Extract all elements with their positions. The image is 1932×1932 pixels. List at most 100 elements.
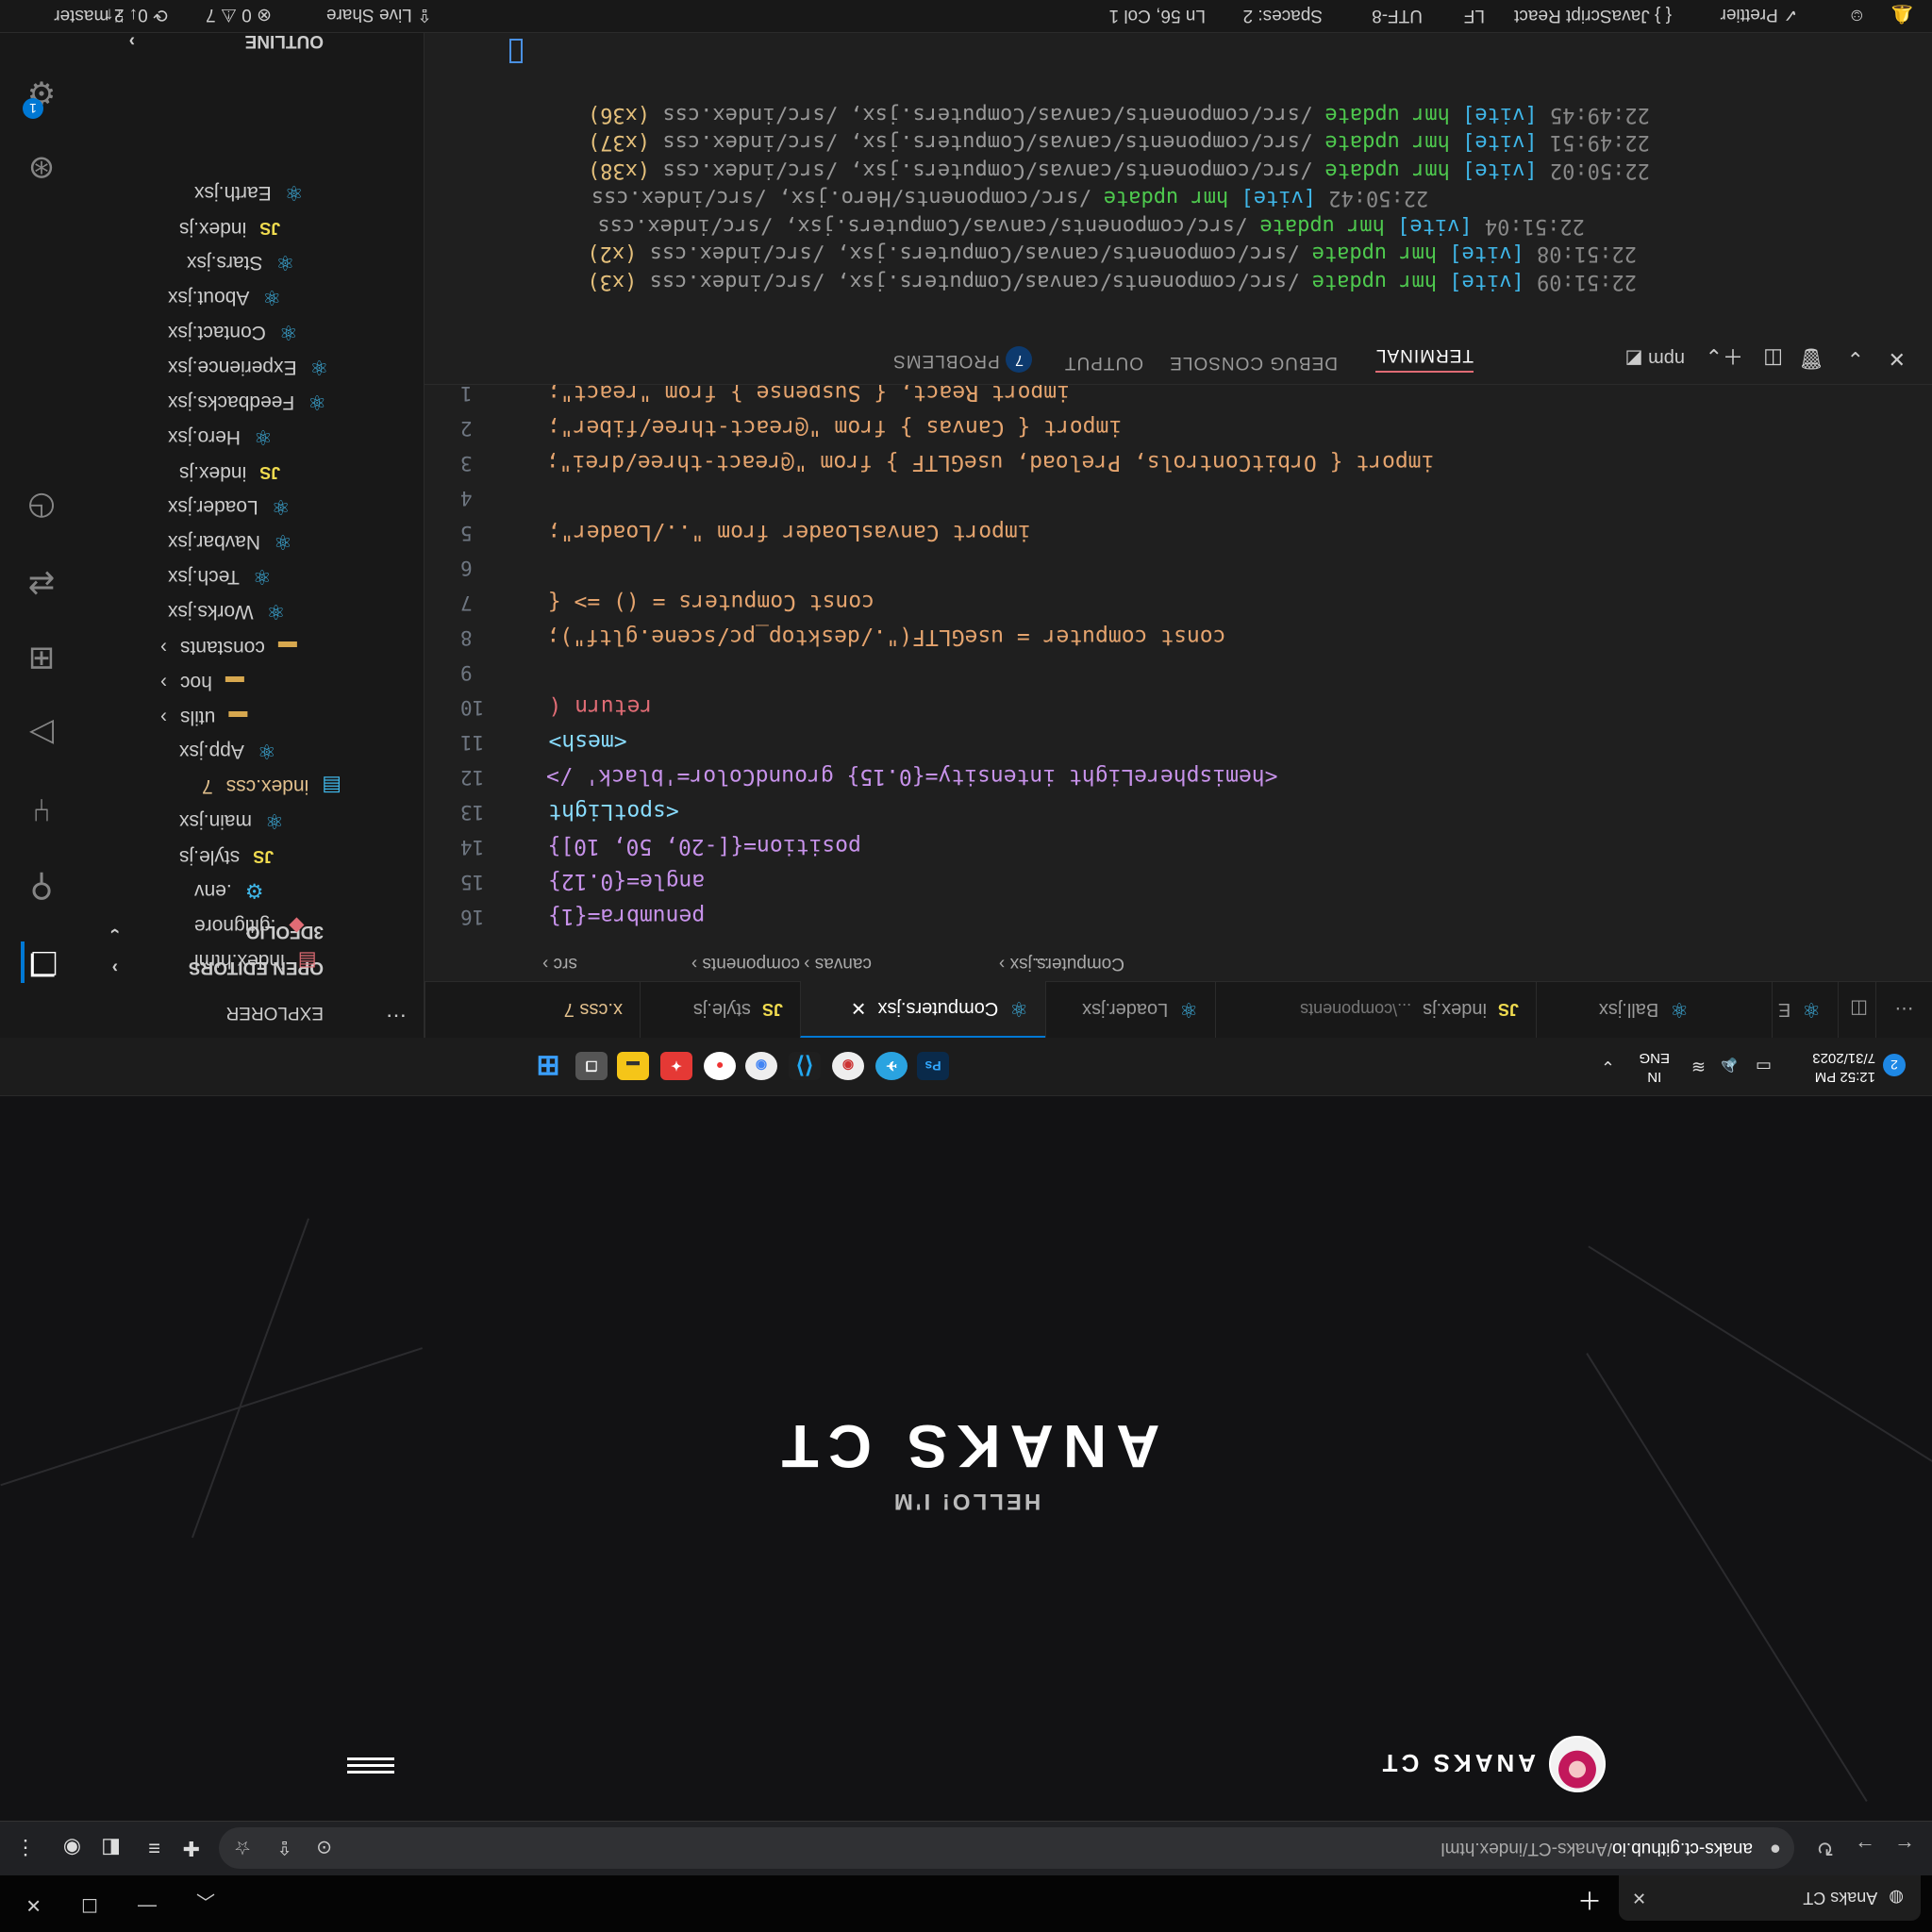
problems-status[interactable]: ⊗ 0 ⚠ 7 <box>206 4 272 25</box>
eol-status[interactable]: LF <box>1464 5 1485 25</box>
tree-item[interactable]: ▤ index.css 7 <box>179 774 341 798</box>
chrome-icon[interactable]: ◉ <box>745 1052 777 1080</box>
volume-icon[interactable]: 🔈 <box>1717 1057 1738 1076</box>
encoding-status[interactable]: UTF-8 <box>1372 5 1423 25</box>
tree-item[interactable]: ⚛ App.jsx <box>179 739 276 763</box>
tree-item[interactable]: ⚛ main.jsx <box>179 808 284 833</box>
tree-item[interactable]: ▬ hoc › <box>160 671 244 693</box>
side-panel-icon[interactable]: ◧ <box>101 1836 121 1860</box>
new-terminal-icon[interactable]: ＋⌄ <box>1706 342 1743 373</box>
breadcrumb-item[interactable]: ... <box>1034 953 1049 974</box>
tree-item[interactable]: ◆ .gitignore <box>194 914 305 938</box>
maximize-icon[interactable]: ☐ <box>81 1893 98 1917</box>
editor-tab[interactable]: ⚛ Loader.jsx <box>1045 981 1215 1038</box>
tab-problems[interactable]: 7 PROBLEMS <box>892 346 1032 373</box>
trash-icon[interactable]: 🗑 <box>1798 346 1824 371</box>
editor-tab[interactable]: JS index.js ...\components <box>1215 981 1536 1038</box>
chevron-down-icon[interactable]: ⌄ <box>1847 346 1864 371</box>
tree-item[interactable]: ▤ index.html <box>194 949 317 973</box>
reload-icon[interactable]: ↻ <box>1817 1836 1834 1860</box>
live-share-button[interactable]: ⇪ Live Share <box>326 4 432 25</box>
source-control-icon[interactable]: ⑂ <box>21 789 62 830</box>
task-view-icon[interactable]: ❐ <box>575 1052 608 1080</box>
tree-item[interactable]: ▬ utils › <box>160 706 247 728</box>
tab-output[interactable]: OUTPUT <box>1064 352 1143 373</box>
explorer-icon[interactable]: ❐ <box>21 941 62 983</box>
tree-item[interactable]: ⚛ Tech.jsx <box>168 564 272 589</box>
forward-icon[interactable]: → <box>1855 1836 1875 1860</box>
browser-menu-icon[interactable]: ⋮ <box>15 1836 36 1860</box>
tab-debug-console[interactable]: DEBUG CONSOLE <box>1169 352 1338 373</box>
tree-item[interactable]: JS index.js <box>179 461 280 484</box>
avatar[interactable] <box>1549 1736 1606 1792</box>
tree-item[interactable]: ▬ constants › <box>160 636 297 658</box>
split-terminal-icon[interactable]: ◫ <box>1763 346 1783 371</box>
search-icon[interactable]: ⚲ <box>21 866 62 908</box>
tree-item[interactable]: ⚛ Hero.jsx <box>168 425 273 449</box>
tree-item[interactable]: ⚛ Loader.jsx <box>168 494 290 519</box>
minimize-icon[interactable]: — <box>138 1895 157 1917</box>
run-debug-icon[interactable]: ▷ <box>21 713 62 755</box>
settings-gear-icon[interactable]: ⚙ 1 <box>21 72 62 119</box>
extensions-icon[interactable]: ✚ <box>183 1836 200 1860</box>
wifi-icon[interactable]: ≋ <box>1691 1057 1706 1076</box>
site-logo-text[interactable]: ANAKS CT <box>1379 1748 1536 1777</box>
editor-tab[interactable]: x.css 7 <box>425 981 640 1038</box>
photoshop-icon[interactable]: Ps <box>917 1052 949 1080</box>
tab-terminal[interactable]: TERMINAL <box>1374 344 1474 373</box>
lens-icon[interactable]: ⊙ <box>316 1836 332 1859</box>
editor-tab[interactable]: JS style.js <box>640 981 800 1038</box>
close-window-icon[interactable]: ✕ <box>25 1893 42 1917</box>
more-actions-icon[interactable]: ⋯ <box>386 1004 407 1028</box>
chrome-icon[interactable]: ◉ <box>832 1052 864 1080</box>
app-icon[interactable]: ● <box>704 1052 736 1080</box>
bookmark-star-icon[interactable]: ☆ <box>234 1836 251 1859</box>
photos-icon[interactable]: ✦ <box>660 1052 692 1080</box>
split-editor-icon[interactable]: ◫ <box>1838 981 1875 1038</box>
editor-tab[interactable]: ⚛ Ball.jsx <box>1536 981 1706 1038</box>
language-mode[interactable]: { } JavaScript React <box>1514 5 1672 25</box>
editor-tab[interactable]: ⚛ E <box>1772 981 1838 1038</box>
site-info-icon[interactable]: ● <box>1770 1838 1781 1859</box>
clock[interactable]: 12:52 PM 7/31/2023 <box>1812 1048 1875 1086</box>
close-tab-icon[interactable]: ✕ <box>851 997 867 1021</box>
file-explorer-icon[interactable]: ▬ <box>617 1052 649 1080</box>
address-bar[interactable]: anaks-ct.github.io/Anaks-CT/index.html <box>219 1827 1794 1869</box>
tree-item[interactable]: ⚛ Navbar.jsx <box>168 529 292 554</box>
battery-icon[interactable]: ▭ <box>1756 1057 1772 1076</box>
breadcrumb-item[interactable]: Computers.jsx › <box>999 953 1124 974</box>
more-actions-icon[interactable]: ⋯ <box>1875 981 1932 1038</box>
remote-icon[interactable]: ⇄ <box>21 562 62 604</box>
reading-list-icon[interactable]: ≡ <box>148 1836 160 1860</box>
breadcrumb-item[interactable]: src › <box>542 953 577 974</box>
notification-icon[interactable]: 2 <box>1883 1054 1906 1076</box>
outline-header[interactable]: › OUTLINE <box>129 30 324 51</box>
close-tab-icon[interactable]: ✕ <box>1632 1888 1646 1907</box>
extensions-icon[interactable]: ⊞ <box>21 638 62 679</box>
tree-item[interactable]: ⚛ About.jsx <box>168 285 281 309</box>
tree-item[interactable]: ⚛ Works.jsx <box>168 599 285 624</box>
branch-status[interactable]: ⑂ master <box>54 5 125 25</box>
timeline-icon[interactable]: ◷ <box>21 487 62 528</box>
feedback-icon[interactable]: ☺ <box>1848 5 1866 25</box>
profile-avatar[interactable]: ◉ <box>63 1836 81 1860</box>
close-panel-icon[interactable]: ✕ <box>1889 346 1906 371</box>
browser-tab[interactable]: ◍ Anaks CT ✕ <box>1619 1875 1921 1921</box>
hamburger-menu-icon[interactable] <box>347 1751 394 1774</box>
tree-item[interactable]: ⚛ Stars.jsx <box>187 250 294 275</box>
windows-start-icon[interactable]: ⊞ <box>532 1051 564 1082</box>
formatter-status[interactable]: ✓ Prettier <box>1721 4 1798 25</box>
tree-item[interactable]: ⚙ .env <box>194 878 263 903</box>
code-view[interactable]: 1 import React, { Suspense } from "react"… <box>425 380 1932 947</box>
share-icon[interactable]: ⇪ <box>276 1836 292 1859</box>
tree-item[interactable]: ⚛ Contact.jsx <box>168 320 298 344</box>
tree-item[interactable]: ⚛ Feedbacks.jsx <box>168 390 326 414</box>
accounts-icon[interactable]: ⊛ <box>21 147 62 189</box>
notifications-icon[interactable]: 🔔 <box>1890 3 1913 25</box>
chevron-up-icon[interactable]: ︿ <box>196 1890 215 1917</box>
breadcrumb-item[interactable]: components › <box>691 953 800 974</box>
indent-status[interactable]: Spaces: 2 <box>1243 5 1324 25</box>
language-indicator[interactable]: IN ENG <box>1639 1048 1670 1086</box>
tree-item[interactable]: ⚛ Earth.jsx <box>194 180 303 205</box>
breadcrumb-item[interactable]: canvas › <box>804 953 872 974</box>
